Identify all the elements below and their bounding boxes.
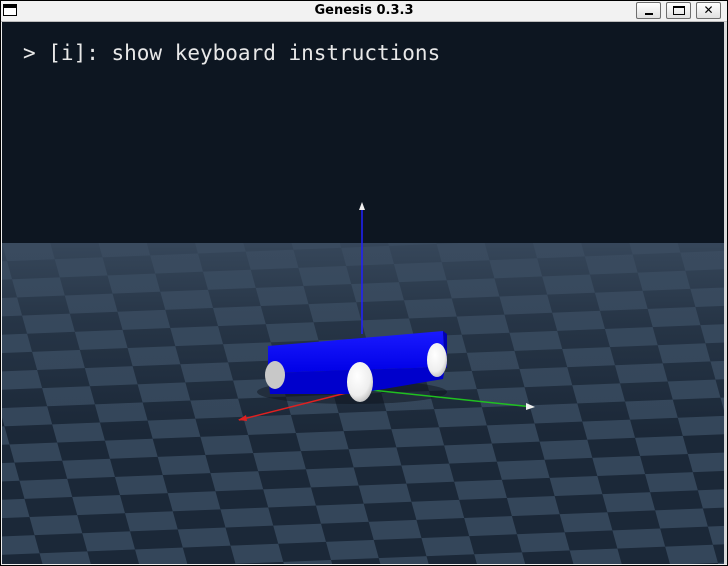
app-window: Genesis 0.3.3 ✕ > [i]: show keyboard ins… bbox=[0, 0, 728, 566]
wheel-rear-right bbox=[427, 343, 447, 377]
window-title: Genesis 0.3.3 bbox=[314, 3, 414, 18]
close-icon: ✕ bbox=[703, 3, 714, 17]
3d-viewport[interactable]: > [i]: show keyboard instructions bbox=[2, 22, 724, 564]
maximize-button[interactable] bbox=[666, 2, 691, 19]
window-edge bbox=[724, 22, 727, 564]
minimize-button[interactable] bbox=[636, 2, 661, 19]
scene-canvas bbox=[2, 22, 724, 564]
maximize-icon bbox=[673, 6, 685, 15]
minimize-icon bbox=[645, 13, 653, 15]
wheel-rear-left bbox=[265, 361, 285, 389]
keyboard-hint-text: > [i]: show keyboard instructions bbox=[23, 41, 441, 65]
title-bar[interactable]: Genesis 0.3.3 ✕ bbox=[1, 1, 727, 22]
close-button[interactable]: ✕ bbox=[696, 2, 721, 19]
wheel-front bbox=[347, 362, 373, 402]
